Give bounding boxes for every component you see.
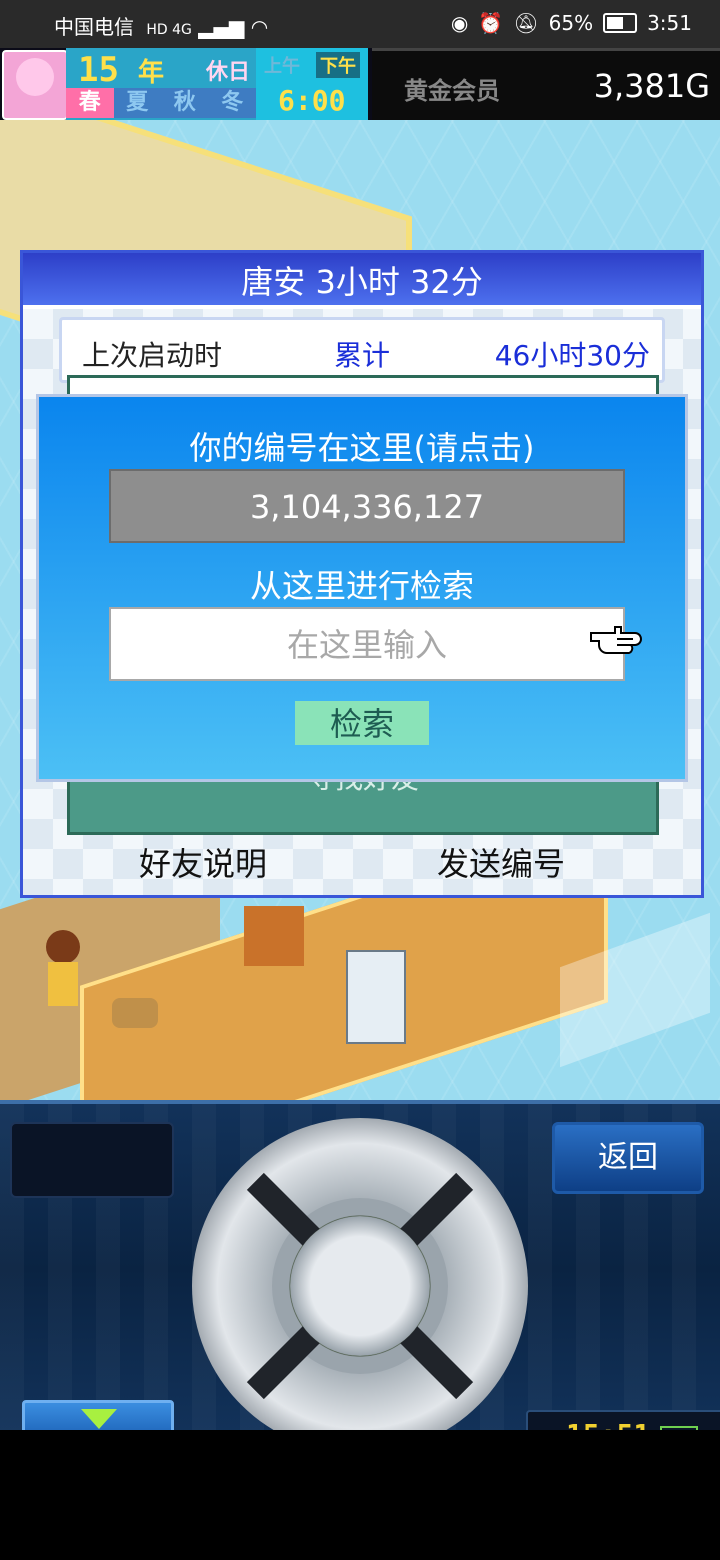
back-button[interactable]: 返回	[552, 1122, 704, 1194]
battery-icon	[603, 13, 638, 33]
season-autumn: 秋	[161, 88, 209, 118]
dpad-center-button[interactable]	[290, 1216, 430, 1356]
wifi-icon: ◠	[250, 15, 269, 39]
gold-amount: 3,381G	[593, 67, 710, 105]
send-id-button[interactable]: 发送编号	[437, 839, 565, 885]
am-label: 上午	[264, 56, 300, 77]
dpad-icon[interactable]	[192, 1118, 528, 1454]
pointing-hand-icon	[590, 626, 642, 654]
network-indicator: HD 4G	[146, 22, 192, 38]
town-avatar[interactable]	[2, 50, 68, 120]
eye-icon: ◉	[450, 11, 469, 35]
bottom-letterbox	[0, 1430, 720, 1560]
scene-fridge	[346, 950, 406, 1044]
scene-cabinet	[244, 906, 304, 966]
friend-help-button[interactable]: 好友说明	[139, 839, 267, 885]
alarm-icon: ⏰	[478, 11, 504, 35]
calendar-panel: 15 年 休日 春 夏 秋 冬	[66, 48, 256, 120]
character-body	[48, 962, 78, 1006]
play-time-row: 上次启动时 累计 46小时30分	[59, 317, 665, 383]
am-pm-indicator: 上午 下午	[256, 52, 368, 78]
last-start-label: 上次启动时	[82, 339, 223, 372]
pm-label: 下午	[316, 52, 360, 78]
dialog-title: 唐安 3小时 32分	[23, 253, 701, 309]
system-status-bar: 中国电信 HD 4G ▂▄▆ ◠ ◉ ⏰ 🔕︎ 65% 3:51	[0, 0, 720, 48]
search-input[interactable]: 在这里输入	[109, 607, 625, 681]
scene-character	[36, 930, 92, 1010]
season-spring: 春	[66, 88, 114, 118]
year-number: 15	[78, 50, 119, 90]
season-winter: 冬	[208, 88, 256, 118]
game-clock: 6:00	[278, 84, 346, 117]
id-search-popup: 你的编号在这里(请点击) 3,104,336,127 从这里进行检索 在这里输入…	[36, 394, 688, 782]
dialog-bottom-tabs: 好友说明 发送编号	[23, 831, 701, 891]
year-label: 年	[138, 58, 165, 88]
controller-panel: 返回 15:51	[0, 1100, 720, 1462]
popup-title: 你的编号在这里(请点击)	[189, 429, 535, 467]
status-right: ◉ ⏰ 🔕︎ 65% 3:51	[451, 11, 692, 35]
status-left: 中国电信 HD 4G ▂▄▆ ◠	[54, 11, 268, 40]
carrier-name: 中国电信	[54, 15, 134, 39]
total-value: 46小时30分	[494, 339, 650, 372]
search-button[interactable]: 检索	[295, 701, 429, 745]
membership-panel: 黄金会员 3,381G	[372, 48, 720, 123]
season-summer: 夏	[113, 88, 161, 118]
holiday-label: 休日	[206, 60, 251, 85]
battery-percent: 65%	[548, 11, 594, 35]
total-label: 累计	[334, 339, 391, 372]
season-strip: 春 夏 秋 冬	[66, 88, 256, 118]
member-label: 黄金会员	[404, 77, 500, 105]
controller-screen	[10, 1122, 174, 1198]
scene-dog	[112, 998, 158, 1028]
mute-icon: 🔕︎	[513, 11, 539, 35]
character-head	[46, 930, 80, 964]
search-section-title: 从这里进行检索	[249, 567, 474, 605]
time-panel: 上午 下午 6:00	[256, 48, 368, 120]
player-id-field[interactable]: 3,104,336,127	[109, 469, 625, 543]
down-arrow-icon	[81, 1409, 117, 1429]
status-time: 3:51	[647, 11, 692, 35]
signal-icon: ▂▄▆	[198, 15, 245, 39]
